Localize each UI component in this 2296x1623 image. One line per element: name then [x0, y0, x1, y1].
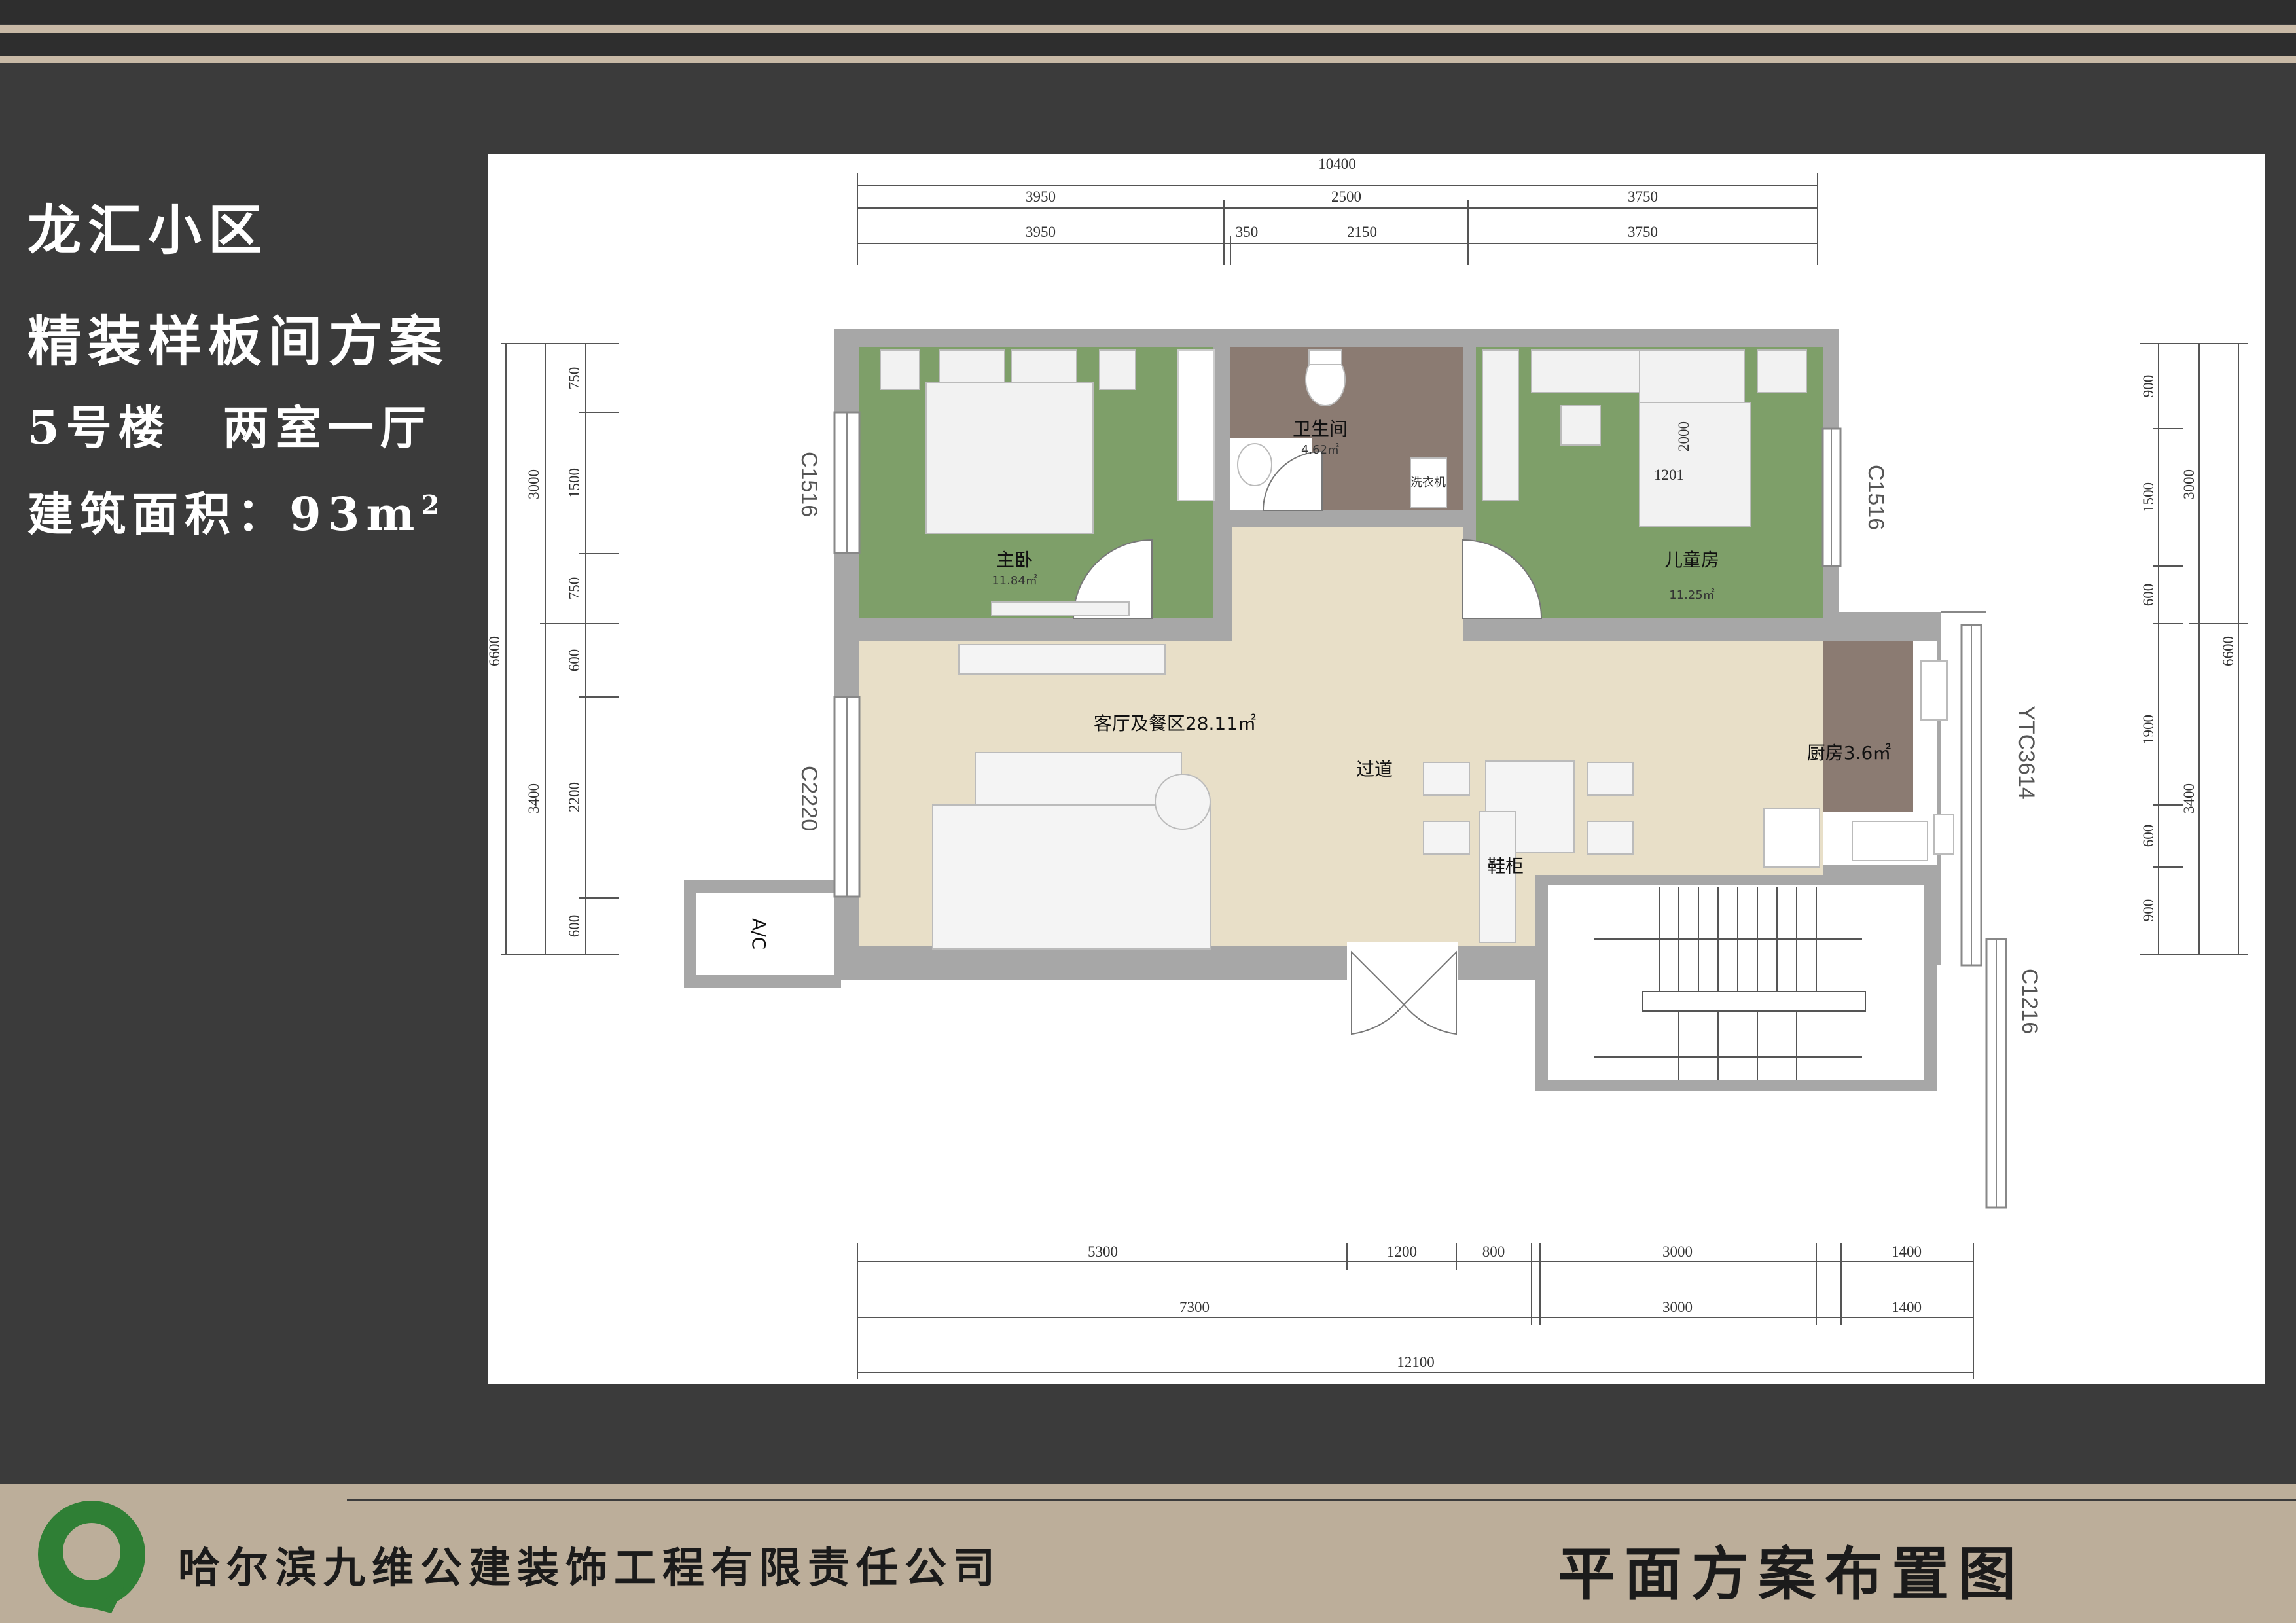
- dim-left-b3: 750: [566, 577, 583, 600]
- drawing-title: 平面方案布置图: [1558, 1540, 2026, 1608]
- master-wardrobe: [1177, 349, 1215, 501]
- dim-top-r2c: 2150: [1347, 224, 1377, 240]
- dim-bottom-r1e: 1400: [1892, 1243, 1922, 1260]
- dim-right-b6: 900: [2140, 899, 2157, 922]
- top-band-2: [0, 33, 2296, 56]
- community-title: 龙汇小区: [27, 199, 269, 262]
- company-logo-icon: [38, 1501, 145, 1613]
- dim-left-b6: 600: [566, 915, 583, 938]
- area-label: 建筑面积：93m: [27, 487, 422, 541]
- top-dimension-lines: [857, 173, 1818, 265]
- label-master-bedroom-area: 11.84㎡: [992, 573, 1037, 588]
- dim-right-b3: 600: [2140, 584, 2157, 607]
- footer-line: [347, 1499, 2296, 1501]
- stairwell: [1548, 885, 1924, 1080]
- dim-right-a1: 3000: [2181, 469, 2197, 499]
- floor-plan-drawing: 10400 3950 2500 3750 3950 350 2150 3750 …: [488, 156, 2248, 1379]
- dim-top-r2d: 3750: [1628, 224, 1658, 240]
- label-bathroom-area: 4.62㎡: [1301, 442, 1339, 457]
- dim-left-total: 6600: [488, 636, 503, 666]
- dim-left-b5: 2200: [566, 782, 583, 812]
- dim-right-b1: 900: [2140, 375, 2157, 398]
- dim-top-total: 10400: [1318, 156, 1356, 172]
- window-label-right-mid: YTC3614: [2014, 705, 2039, 800]
- dim-bottom-r2c: 1400: [1892, 1299, 1922, 1315]
- label-corridor: 过道: [1356, 758, 1393, 780]
- dim-right-b5: 600: [2140, 825, 2157, 847]
- window-label-left-top: C1516: [797, 452, 821, 517]
- dim-bottom-r2b: 3000: [1662, 1299, 1693, 1315]
- area-sup: 2: [421, 490, 440, 521]
- dim-bottom-total: 12100: [1397, 1354, 1435, 1370]
- dim-bottom-r1b: 1200: [1387, 1243, 1417, 1260]
- scheme-title: 精装样板间方案: [27, 310, 450, 373]
- label-kids-room-area: 11.25㎡: [1669, 588, 1715, 602]
- label-kitchen: 厨房3.6㎡: [1807, 742, 1892, 764]
- dim-top-r2b: 350: [1236, 224, 1259, 240]
- kitchen-floor: [1823, 641, 1913, 812]
- company-name: 哈尔滨九维公建装饰工程有限责任公司: [178, 1544, 1001, 1593]
- building-title: 5号楼 两室一厅: [27, 401, 433, 455]
- window-label-left-bottom: C2220: [797, 766, 821, 831]
- dim-bottom-r1a: 5300: [1088, 1243, 1118, 1260]
- label-bed-length: 2000: [1676, 421, 1692, 452]
- window-label-right-top: C1516: [1863, 465, 1888, 530]
- corridor-floor: [1232, 527, 1463, 645]
- label-washer: 洗衣机: [1410, 476, 1446, 490]
- dim-left-b2: 1500: [566, 468, 583, 498]
- dim-right-a2: 3400: [2181, 783, 2197, 813]
- window-label-right-bottom: C1216: [2017, 969, 2042, 1034]
- floor-plan: 10400 3950 2500 3750 3950 350 2150 3750 …: [488, 154, 2265, 1384]
- dim-left-b4: 600: [566, 649, 583, 672]
- left-dimension-lines: [501, 343, 619, 955]
- dim-bottom-r1c: 800: [1482, 1243, 1505, 1260]
- dim-left-b1: 750: [566, 367, 583, 390]
- dim-top-r2a: 3950: [1026, 224, 1056, 240]
- dim-right-total: 6600: [2220, 636, 2236, 666]
- dim-top-r1c: 3750: [1628, 188, 1658, 205]
- label-ac: A/C: [748, 918, 770, 950]
- dim-bottom-r2a: 7300: [1179, 1299, 1210, 1315]
- label-living: 客厅及餐区28.11㎡: [1094, 713, 1256, 734]
- label-bed-width: 1201: [1654, 467, 1684, 483]
- label-master-bedroom: 主卧: [996, 549, 1033, 571]
- dim-left-a1: 3000: [526, 469, 542, 499]
- label-shoe-cabinet: 鞋柜: [1487, 855, 1524, 877]
- area-title: 建筑面积：93m2: [27, 478, 439, 544]
- dim-bottom-r1d: 3000: [1662, 1243, 1693, 1260]
- dim-top-r1b: 2500: [1331, 188, 1361, 205]
- top-band: [0, 0, 2296, 24]
- dim-left-a2: 3400: [526, 783, 542, 813]
- dim-right-b4: 1900: [2140, 715, 2157, 745]
- top-accent-line-2: [0, 56, 2296, 63]
- label-bathroom: 卫生间: [1293, 418, 1348, 440]
- top-accent-line: [0, 25, 2296, 33]
- dim-top-r1a: 3950: [1026, 188, 1056, 205]
- dim-right-b2: 1500: [2140, 482, 2157, 512]
- label-kids-room: 儿童房: [1664, 549, 1719, 571]
